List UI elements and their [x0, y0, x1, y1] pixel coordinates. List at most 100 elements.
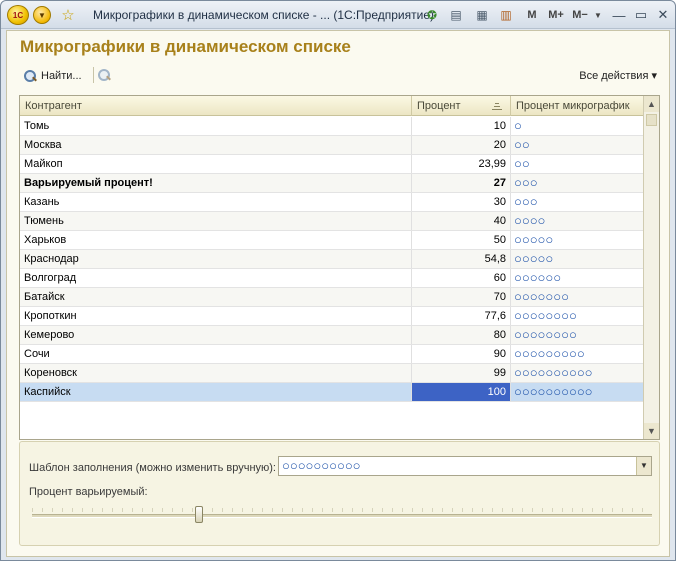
column-header-percent[interactable]: Процент	[412, 96, 511, 116]
memory-plus-button[interactable]: M+	[545, 5, 567, 25]
percent-cell[interactable]: 50	[412, 231, 511, 249]
microchart-cell[interactable]: ○○○○○○○○○	[511, 345, 643, 363]
microchart-cell[interactable]: ○	[511, 117, 643, 135]
counterparty-cell[interactable]: Каспийск	[20, 383, 412, 401]
percent-cell[interactable]: 20	[412, 136, 511, 154]
all-actions-menu[interactable]: Все действия ▾	[579, 69, 657, 82]
counterparty-cell[interactable]: Кореновск	[20, 364, 412, 382]
cancel-search-icon	[97, 68, 111, 82]
table-row[interactable]: Москва 20 ○○	[20, 136, 643, 155]
percent-cell[interactable]: 27	[412, 174, 511, 192]
percent-cell[interactable]: 99	[412, 364, 511, 382]
scroll-down-icon[interactable]: ▼	[644, 423, 659, 439]
microchart-cell[interactable]: ○○○○○○○○○○	[511, 383, 643, 401]
table-row[interactable]: Варьируемый процент! 27 ○○○	[20, 174, 643, 193]
vertical-scrollbar[interactable]: ▲ ▼	[643, 96, 659, 439]
percent-cell[interactable]: 70	[412, 288, 511, 306]
slider-thumb[interactable]	[195, 506, 204, 523]
counterparty-cell[interactable]: Волгоград	[20, 269, 412, 287]
table-row[interactable]: Кемерово 80 ○○○○○○○○	[20, 326, 643, 345]
microchart-cell[interactable]: ○○○○○○○○○○	[511, 364, 643, 382]
column-header-percent-label: Процент	[417, 100, 461, 112]
memory-m-button[interactable]: M	[525, 5, 539, 25]
table-row[interactable]: Томь 10 ○	[20, 117, 643, 136]
template-input[interactable]: ○○○○○○○○○○ ▼	[278, 456, 652, 476]
counterparty-cell[interactable]: Казань	[20, 193, 412, 211]
counterparty-cell[interactable]: Кемерово	[20, 326, 412, 344]
percent-cell[interactable]: 23,99	[412, 155, 511, 173]
microchart-cell[interactable]: ○○○	[511, 193, 643, 211]
restore-button[interactable]: ▭	[631, 5, 651, 25]
microchart-cell[interactable]: ○○○○○○○○	[511, 307, 643, 325]
table-row[interactable]: Батайск 70 ○○○○○○○	[20, 288, 643, 307]
percent-cell[interactable]: 80	[412, 326, 511, 344]
percent-cell[interactable]: 54,8	[412, 250, 511, 268]
table-row[interactable]: Майкоп 23,99 ○○	[20, 155, 643, 174]
microchart-cell[interactable]: ○○	[511, 136, 643, 154]
menu-dropdown-icon[interactable]: ▼	[33, 6, 51, 24]
table-row[interactable]: Кропоткин 77,6 ○○○○○○○○	[20, 307, 643, 326]
counterparty-cell[interactable]: Краснодар	[20, 250, 412, 268]
cancel-search-button[interactable]	[97, 68, 111, 85]
microchart-cell[interactable]: ○○○○○○○	[511, 288, 643, 306]
calculator-icon[interactable]: ▦	[473, 5, 491, 25]
percent-cell[interactable]: 30	[412, 193, 511, 211]
calendar-icon[interactable]: ▥	[497, 5, 515, 25]
search-icon	[23, 69, 37, 83]
scroll-up-icon[interactable]: ▲	[644, 96, 659, 112]
table-row[interactable]: Кореновск 99 ○○○○○○○○○○	[20, 364, 643, 383]
microchart-cell[interactable]: ○○○○○	[511, 231, 643, 249]
window-title: Микрографики в динамическом списке - ...…	[93, 8, 435, 22]
find-button[interactable]: Найти...	[23, 67, 82, 85]
percent-cell[interactable]: 100	[412, 383, 511, 401]
microchart-cell[interactable]: ○○○○○○○○	[511, 326, 643, 344]
minimize-button[interactable]: —	[609, 5, 629, 25]
column-header-microchart[interactable]: Процент микрографик	[511, 96, 643, 116]
memory-minus-button[interactable]: M−	[569, 5, 591, 25]
scroll-thumb[interactable]	[646, 114, 657, 126]
microchart-cell[interactable]: ○○○○○○	[511, 269, 643, 287]
table-row[interactable]: Краснодар 54,8 ○○○○○	[20, 250, 643, 269]
percent-cell[interactable]: 90	[412, 345, 511, 363]
counterparty-cell[interactable]: Сочи	[20, 345, 412, 363]
history-icon[interactable]: ▤	[447, 5, 465, 25]
percent-cell[interactable]: 10	[412, 117, 511, 135]
template-dropdown-icon[interactable]: ▼	[636, 457, 651, 475]
table-row[interactable]: Харьков 50 ○○○○○	[20, 231, 643, 250]
counterparty-cell[interactable]: Тюмень	[20, 212, 412, 230]
table-body: Томь 10 ○ Москва 20 ○○ Майкоп 23,99 ○○ Варьируемы…	[20, 117, 643, 402]
counterparty-cell[interactable]: Томь	[20, 117, 412, 135]
counterparty-cell[interactable]: Батайск	[20, 288, 412, 306]
counterparty-cell[interactable]: Харьков	[20, 231, 412, 249]
table-row[interactable]: Казань 30 ○○○	[20, 193, 643, 212]
add-favorite-icon[interactable]: ✪	[423, 5, 441, 25]
column-header-counterparty[interactable]: Контрагент	[20, 96, 412, 116]
table-row[interactable]: Каспийск 100 ○○○○○○○○○○	[20, 383, 643, 402]
microchart-cell[interactable]: ○○○	[511, 174, 643, 192]
microchart-cell[interactable]: ○○	[511, 155, 643, 173]
microchart-cell[interactable]: ○○○○	[511, 212, 643, 230]
dynamic-list-table[interactable]: Контрагент Процент Процент микрографик Т…	[19, 95, 660, 440]
percent-cell[interactable]: 77,6	[412, 307, 511, 325]
page-title: Микрографики в динамическом списке	[20, 37, 351, 56]
settings-panel: Шаблон заполнения (можно изменить вручну…	[19, 441, 660, 546]
counterparty-cell[interactable]: Москва	[20, 136, 412, 154]
table-row[interactable]: Волгоград 60 ○○○○○○	[20, 269, 643, 288]
1c-logo-icon[interactable]: 1С	[7, 5, 29, 25]
more-dropdown-icon[interactable]: ▼	[593, 5, 603, 25]
counterparty-cell[interactable]: Варьируемый процент!	[20, 174, 412, 192]
slider-ticks	[32, 508, 652, 512]
counterparty-cell[interactable]: Майкоп	[20, 155, 412, 173]
find-label: Найти...	[41, 70, 82, 82]
percent-cell[interactable]: 60	[412, 269, 511, 287]
toolbar-divider	[93, 67, 94, 83]
close-button[interactable]: ✕	[653, 5, 673, 25]
sort-ascending-icon	[492, 101, 502, 111]
microchart-cell[interactable]: ○○○○○	[511, 250, 643, 268]
table-row[interactable]: Сочи 90 ○○○○○○○○○	[20, 345, 643, 364]
table-row[interactable]: Тюмень 40 ○○○○	[20, 212, 643, 231]
percent-cell[interactable]: 40	[412, 212, 511, 230]
counterparty-cell[interactable]: Кропоткин	[20, 307, 412, 325]
favorite-star-icon[interactable]: ☆	[59, 5, 77, 25]
percent-slider[interactable]	[32, 514, 652, 518]
